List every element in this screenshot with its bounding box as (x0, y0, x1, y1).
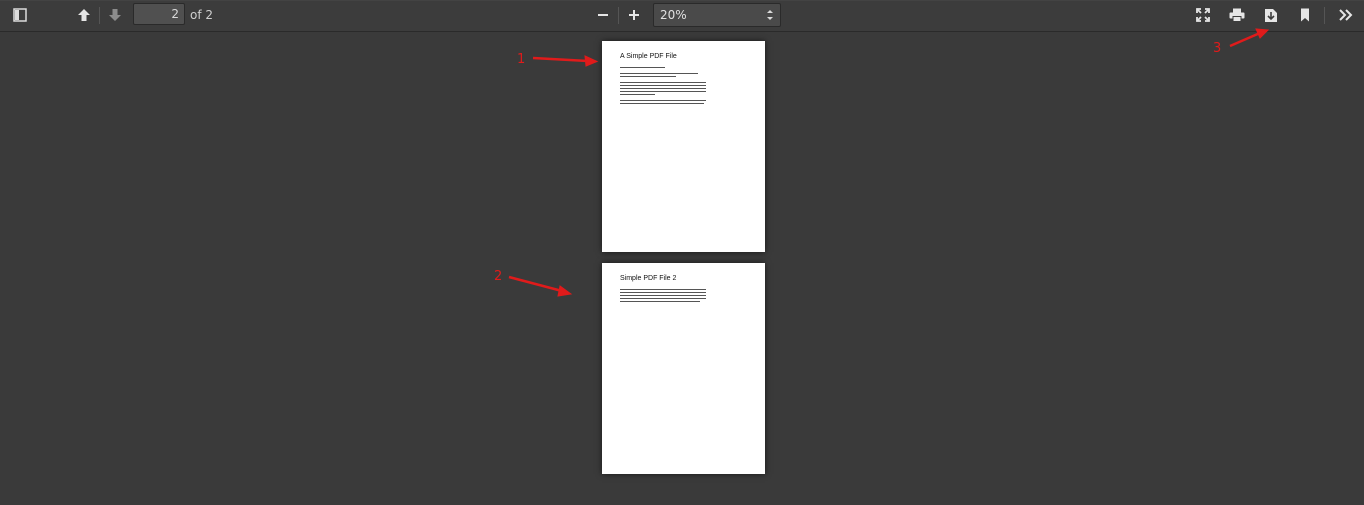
annotation-arrow-2 (508, 275, 573, 297)
annotation-arrow-1 (532, 55, 599, 67)
annotation-label-2: 2 (494, 269, 503, 284)
annotation-arrow-3 (1229, 28, 1270, 48)
annotation-label-1: 1 (517, 52, 526, 67)
annotation-arrows (508, 28, 1270, 297)
annotation-label-3: 3 (1213, 41, 1222, 56)
